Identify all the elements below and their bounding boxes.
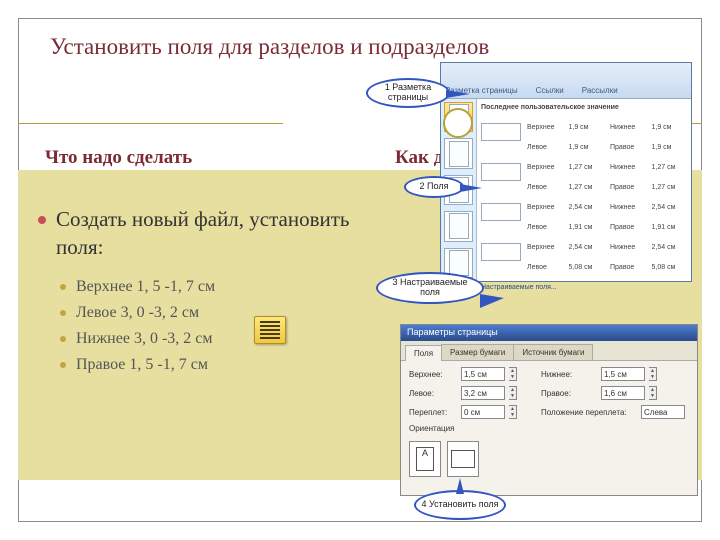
justify-align-icon — [254, 316, 286, 344]
bullet-icon — [38, 216, 46, 224]
spinner-icon[interactable]: ▲▼ — [509, 405, 517, 419]
callout-4: 4 Установить поля — [414, 490, 506, 520]
spinner-icon[interactable]: ▲▼ — [649, 367, 657, 381]
list-item: Правое 1, 5 -1, 7 см — [60, 356, 215, 374]
list-item-text: Верхнее 1, 5 -1, 7 см — [76, 278, 215, 296]
bullet-icon — [60, 310, 66, 316]
sub-bullet-list: Верхнее 1, 5 -1, 7 см Левое 3, 0 -3, 2 с… — [60, 278, 215, 382]
preset-thumb-icon — [481, 203, 521, 221]
list-item-text: Левое 3, 0 -3, 2 см — [76, 304, 199, 322]
list-item: Верхнее 1, 5 -1, 7 см — [60, 278, 215, 296]
left-margin-label: Левое: — [409, 389, 457, 398]
margin-preset-thumb[interactable] — [444, 138, 473, 168]
preset-thumb-icon — [481, 163, 521, 181]
orientation-label: Ориентация — [409, 424, 689, 433]
spinner-icon[interactable]: ▲▼ — [509, 367, 517, 381]
bullet-icon — [60, 336, 66, 342]
right-margin-label: Правое: — [541, 389, 597, 398]
ribbon-tab: Ссылки — [536, 86, 564, 95]
left-column-heading: Что надо сделать — [45, 147, 192, 169]
page-setup-dialog-screenshot: Параметры страницы Поля Размер бумаги Ис… — [400, 324, 698, 496]
bullet-icon — [60, 362, 66, 368]
bottom-margin-input[interactable]: 1,5 см — [601, 367, 645, 381]
list-item-text: Правое 1, 5 -1, 7 см — [76, 356, 208, 374]
dialog-titlebar: Параметры страницы — [401, 325, 697, 341]
preset-thumb-icon — [481, 123, 521, 141]
top-margin-label: Верхнее: — [409, 370, 457, 379]
tab-margins[interactable]: Поля — [405, 345, 442, 361]
gutter-input[interactable]: 0 см — [461, 405, 505, 419]
gutter-label: Переплет: — [409, 408, 457, 417]
portrait-icon: A — [416, 447, 434, 471]
orientation-options: A — [409, 441, 689, 477]
tab-paper-size[interactable]: Размер бумаги — [441, 344, 514, 360]
landscape-option[interactable] — [447, 441, 479, 477]
ribbon-tab: Рассылки — [582, 86, 618, 95]
callout-1: 1 Разметка страницы — [366, 78, 450, 108]
tab-paper-source[interactable]: Источник бумаги — [513, 344, 593, 360]
list-item: Нижнее 3, 0 -3, 2 см — [60, 330, 215, 348]
margin-preset-thumb[interactable] — [444, 211, 473, 241]
right-margin-input[interactable]: 1,6 см — [601, 386, 645, 400]
spinner-icon[interactable]: ▲▼ — [649, 386, 657, 400]
list-item-text: Нижнее 3, 0 -3, 2 см — [76, 330, 213, 348]
landscape-icon — [451, 450, 475, 468]
left-margin-input[interactable]: 3,2 см — [461, 386, 505, 400]
slide: Установить поля для разделов и подраздел… — [0, 0, 720, 540]
custom-margins-link[interactable]: Настраиваемые поля... — [481, 283, 687, 301]
list-item: Левое 3, 0 -3, 2 см — [60, 304, 215, 322]
preset-header: Последнее пользовательское значение — [481, 103, 687, 121]
bullet-icon — [60, 284, 66, 290]
word-margins-dropdown-screenshot: Разметка страницы Ссылки Рассылки Послед… — [440, 62, 692, 282]
spinner-icon[interactable]: ▲▼ — [509, 386, 517, 400]
callout-3: 3 Настраиваемые поля — [376, 272, 484, 304]
ribbon: Разметка страницы Ссылки Рассылки — [441, 63, 691, 99]
gutter-position-label: Положение переплета: — [541, 408, 637, 417]
main-bullet-text: Создать новый файл, установить поля: — [56, 205, 358, 262]
decorative-circle — [443, 108, 473, 138]
slide-title: Установить поля для разделов и подраздел… — [50, 34, 680, 60]
callout-2: 2 Поля — [404, 176, 464, 198]
gutter-position-input[interactable]: Слева — [641, 405, 685, 419]
dialog-form: Верхнее: 1,5 см ▲▼ Нижнее: 1,5 см ▲▼ Левое… — [401, 361, 697, 483]
top-margin-input[interactable]: 1,5 см — [461, 367, 505, 381]
portrait-option[interactable]: A — [409, 441, 441, 477]
dialog-tabs: Поля Размер бумаги Источник бумаги — [401, 341, 697, 361]
preset-thumb-icon — [481, 243, 521, 261]
margins-preset-grid: Последнее пользовательское значение Верх… — [477, 99, 691, 281]
bottom-margin-label: Нижнее: — [541, 370, 597, 379]
main-bullet: Создать новый файл, установить поля: — [38, 205, 358, 262]
